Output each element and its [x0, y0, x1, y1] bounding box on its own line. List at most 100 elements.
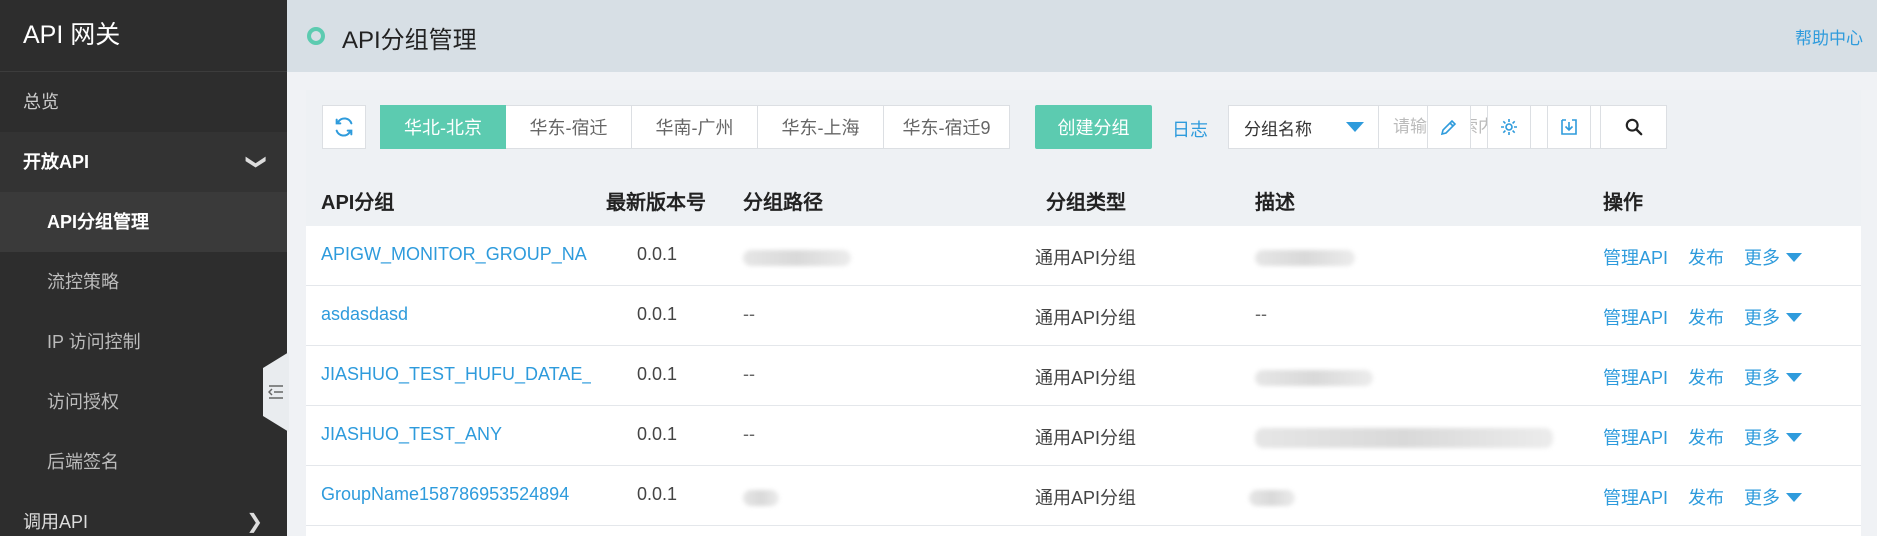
type-cell: 通用API分组 [1035, 248, 1137, 268]
path-cell: -- [743, 364, 755, 384]
title-dot-icon [307, 27, 325, 45]
search-field-select[interactable]: 分组名称 [1228, 105, 1379, 149]
nav-call-api[interactable]: 调用API ❯ [0, 492, 287, 536]
collapse-icon [268, 385, 283, 399]
col-header-ops: 操作 [1603, 192, 1643, 214]
col-header-type: 分组类型 [1046, 192, 1126, 214]
search-icon [1625, 118, 1642, 136]
more-dropdown[interactable]: 更多 [1744, 424, 1803, 450]
region-tab-shanghai[interactable]: 华东-上海 [758, 105, 884, 149]
col-header-desc: 描述 [1255, 192, 1295, 214]
region-tab-suqian9[interactable]: 华东-宿迁9 [884, 105, 1010, 149]
main-card: 华北-北京 华东-宿迁 华南-广州 华东-上海 华东-宿迁9 创建分组 日志 分… [306, 90, 1861, 536]
manage-api-link[interactable]: 管理API [1603, 424, 1668, 450]
more-dropdown[interactable]: 更多 [1744, 244, 1803, 270]
table-row: GroupName158786953524894 0.0.1 通用API分组 管… [306, 466, 1861, 526]
nav-api-group-manage[interactable]: API分组管理 [0, 192, 287, 252]
type-cell: 通用API分组 [1035, 368, 1137, 388]
refresh-icon [335, 117, 353, 137]
nav-call-api-label: 调用API [23, 512, 89, 532]
edit-button[interactable] [1427, 105, 1471, 149]
nav-ip-access-control[interactable]: IP 访问控制 [0, 312, 287, 372]
nav-overview[interactable]: 总览 [0, 72, 287, 132]
version-cell: 0.0.1 [637, 424, 678, 444]
gear-icon [1501, 119, 1517, 135]
version-cell: 0.0.1 [637, 364, 678, 384]
redacted-desc [1255, 428, 1553, 448]
download-icon [1561, 119, 1577, 135]
publish-link[interactable]: 发布 [1688, 244, 1724, 270]
manage-api-link[interactable]: 管理API [1603, 244, 1668, 270]
nav-backend-signature[interactable]: 后端签名 [0, 432, 287, 492]
col-header-path: 分组路径 [743, 192, 823, 214]
caret-down-icon [1786, 432, 1803, 442]
publish-link[interactable]: 发布 [1688, 304, 1724, 330]
manage-api-link[interactable]: 管理API [1603, 364, 1668, 390]
row-actions: 管理API 发布 更多 [1603, 484, 1803, 510]
group-name-link[interactable]: asdasdasd [321, 304, 591, 325]
table-header: API分组 最新版本号 分组路径 分组类型 描述 操作 [306, 168, 1861, 226]
nav-open-api[interactable]: 开放API ❯ [0, 132, 287, 192]
group-name-link[interactable]: APIGW_MONITOR_GROUP_NA [321, 244, 591, 265]
more-label: 更多 [1744, 488, 1781, 508]
publish-link[interactable]: 发布 [1688, 484, 1724, 510]
desc-cell: -- [1255, 304, 1267, 324]
search-field-select-value: 分组名称 [1244, 119, 1312, 139]
create-group-button[interactable]: 创建分组 [1035, 105, 1152, 149]
publish-link[interactable]: 发布 [1688, 424, 1724, 450]
caret-down-icon [1786, 492, 1803, 502]
more-dropdown[interactable]: 更多 [1744, 304, 1803, 330]
log-link[interactable]: 日志 [1172, 116, 1208, 142]
type-cell: 通用API分组 [1035, 488, 1137, 508]
manage-api-link[interactable]: 管理API [1603, 304, 1668, 330]
more-label: 更多 [1744, 428, 1781, 448]
region-tab-suqian[interactable]: 华东-宿迁 [506, 105, 632, 149]
path-cell: -- [743, 424, 755, 444]
group-name-link[interactable]: JIASHUO_TEST_HUFU_DATAE_& [321, 364, 591, 385]
chevron-right-icon: ❯ [246, 511, 263, 533]
settings-button[interactable] [1487, 105, 1531, 149]
redacted-path [743, 250, 851, 266]
chevron-down-icon: ❯ [245, 153, 268, 171]
row-actions: 管理API 发布 更多 [1603, 304, 1803, 330]
publish-link[interactable]: 发布 [1688, 364, 1724, 390]
version-cell: 0.0.1 [637, 304, 678, 324]
more-dropdown[interactable]: 更多 [1744, 484, 1803, 510]
export-button[interactable] [1547, 105, 1591, 149]
more-label: 更多 [1744, 248, 1781, 268]
manage-api-link[interactable]: 管理API [1603, 484, 1668, 510]
caret-down-icon [1786, 312, 1803, 322]
nav-access-auth[interactable]: 访问授权 [0, 372, 287, 432]
group-name-link[interactable]: GroupName158786953524894 [321, 484, 591, 505]
help-center-link[interactable]: 帮助中心 [1795, 24, 1863, 49]
more-dropdown[interactable]: 更多 [1744, 364, 1803, 390]
path-cell: -- [743, 304, 755, 324]
row-actions: 管理API 发布 更多 [1603, 364, 1803, 390]
row-actions: 管理API 发布 更多 [1603, 244, 1803, 270]
region-tabs: 华北-北京 华东-宿迁 华南-广州 华东-上海 华东-宿迁9 [380, 105, 1010, 149]
caret-down-icon [1346, 122, 1364, 132]
table-row: JIASHUO_TEST_HUFU_DATAE_& 0.0.1 -- 通用API… [306, 346, 1861, 406]
toolbar: 华北-北京 华东-宿迁 华南-广州 华东-上海 华东-宿迁9 创建分组 日志 分… [306, 90, 1861, 226]
nav-flow-control[interactable]: 流控策略 [0, 252, 287, 312]
search-button[interactable] [1601, 105, 1667, 149]
brand-title: API 网关 [0, 0, 287, 72]
region-tab-guangzhou[interactable]: 华南-广州 [632, 105, 758, 149]
refresh-button[interactable] [322, 105, 366, 149]
type-cell: 通用API分组 [1035, 308, 1137, 328]
row-actions: 管理API 发布 更多 [1603, 424, 1803, 450]
redacted-path [743, 490, 779, 506]
redacted-desc [1255, 370, 1373, 386]
more-label: 更多 [1744, 308, 1781, 328]
version-cell: 0.0.1 [637, 244, 678, 264]
version-cell: 0.0.1 [637, 484, 678, 504]
edit-icon [1440, 119, 1457, 136]
nav-open-api-label: 开放API [23, 152, 90, 172]
redacted-desc [1249, 490, 1295, 506]
page-header: API分组管理 帮助中心 [287, 0, 1877, 72]
group-name-link[interactable]: JIASHUO_TEST_ANY [321, 424, 591, 445]
page-title: API分组管理 [342, 27, 477, 54]
region-tab-beijing[interactable]: 华北-北京 [380, 105, 506, 149]
table-row: JIASHUO_TEST_ANY 0.0.1 -- 通用API分组 管理API … [306, 406, 1861, 466]
sidebar: API 网关 总览 开放API ❯ API分组管理 流控策略 IP 访问控制 访… [0, 0, 287, 536]
